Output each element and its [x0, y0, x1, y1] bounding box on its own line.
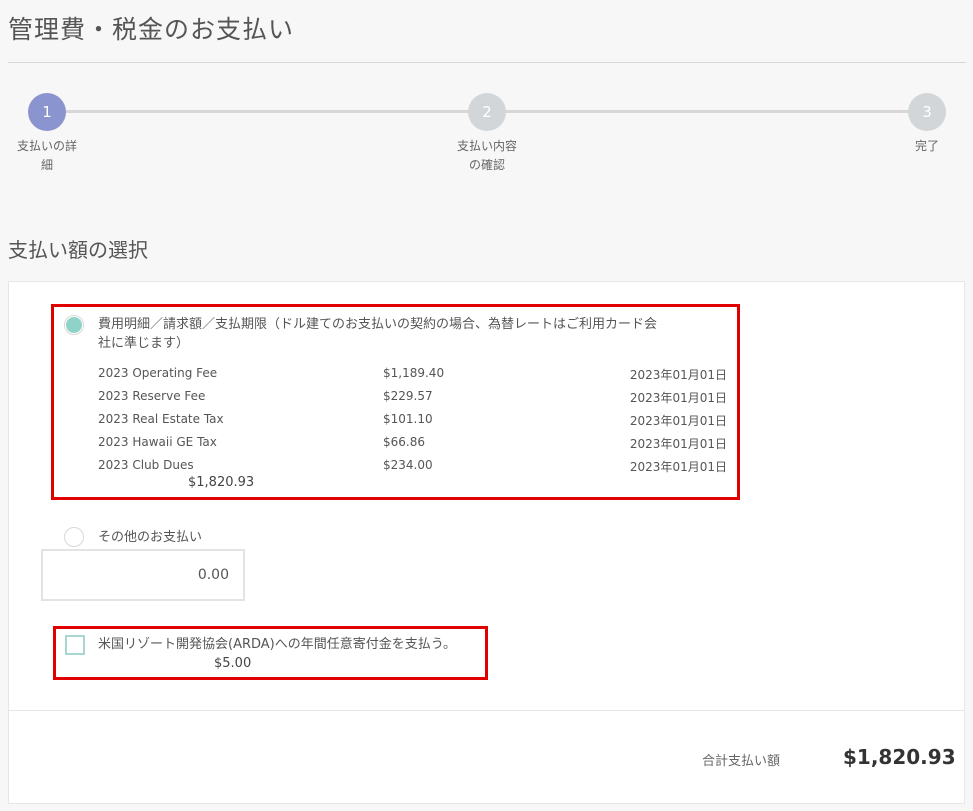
- total-amount: $1,820.93: [843, 745, 956, 769]
- step-connector-1-2: [66, 110, 470, 113]
- other-payment-radio[interactable]: [64, 527, 84, 547]
- step-1-label: 支払いの詳 細: [7, 137, 87, 175]
- invoice-subtotal: $1,820.93: [188, 475, 255, 490]
- other-payment-label[interactable]: その他のお支払い: [98, 528, 202, 547]
- fee-name: 2023 Real Estate Tax: [98, 412, 224, 426]
- fee-name: 2023 Hawaii GE Tax: [98, 435, 217, 449]
- step-1-label-line1: 支払いの詳: [16, 139, 77, 153]
- step-connector-2-3: [506, 110, 910, 113]
- step-3-label: 完了: [897, 137, 957, 156]
- step-2-label-line1: 支払い内容: [456, 139, 517, 153]
- page-title: 管理費・税金のお支払い: [8, 15, 295, 44]
- invoice-option-label-line1: 費用明細／請求額／支払期限（ドル建てのお支払いの契約の場合、為替レートはご利用カ…: [98, 317, 658, 332]
- fee-due-date: 2023年01月01日: [629, 391, 727, 405]
- fee-name: 2023 Reserve Fee: [98, 389, 206, 403]
- section-title: 支払い額の選択: [8, 238, 148, 262]
- fee-due-date: 2023年01月01日: [629, 437, 727, 451]
- fee-amount: $1,189.40: [383, 366, 445, 380]
- step-1-label-line2: 細: [40, 158, 53, 172]
- title-divider: [8, 62, 966, 63]
- fee-amount: $229.57: [383, 389, 433, 403]
- fee-due-date: 2023年01月01日: [629, 414, 727, 428]
- step-3-circle: 3: [908, 93, 946, 131]
- fee-name: 2023 Operating Fee: [98, 366, 218, 380]
- fee-name: 2023 Club Dues: [98, 458, 194, 472]
- card-divider: [9, 710, 964, 711]
- fee-amount: $234.00: [383, 458, 433, 472]
- step-2-circle: 2: [468, 93, 506, 131]
- donation-label[interactable]: 米国リゾート開発協会(ARDA)への年間任意寄付金を支払う。: [98, 635, 456, 654]
- donation-amount: $5.00: [214, 656, 252, 671]
- step-2-label: 支払い内容 の確認: [447, 137, 527, 175]
- fee-due-date: 2023年01月01日: [629, 368, 727, 382]
- invoice-option-label[interactable]: 費用明細／請求額／支払期限（ドル建てのお支払いの契約の場合、為替レートはご利用カ…: [98, 315, 728, 353]
- step-3-label-line1: 完了: [914, 139, 939, 153]
- invoice-option-radio[interactable]: [64, 315, 84, 335]
- step-1-circle: 1: [28, 93, 66, 131]
- other-payment-amount-input[interactable]: 0.00: [41, 549, 245, 601]
- donation-checkbox[interactable]: [65, 635, 85, 655]
- fee-amount: $101.10: [383, 412, 433, 426]
- fee-amount: $66.86: [383, 435, 425, 449]
- invoice-option-label-line2: 社に準じます）: [98, 336, 190, 351]
- total-label: 合計支払い額: [702, 754, 781, 769]
- step-2-label-line2: の確認: [468, 158, 505, 172]
- fee-due-date: 2023年01月01日: [629, 460, 727, 474]
